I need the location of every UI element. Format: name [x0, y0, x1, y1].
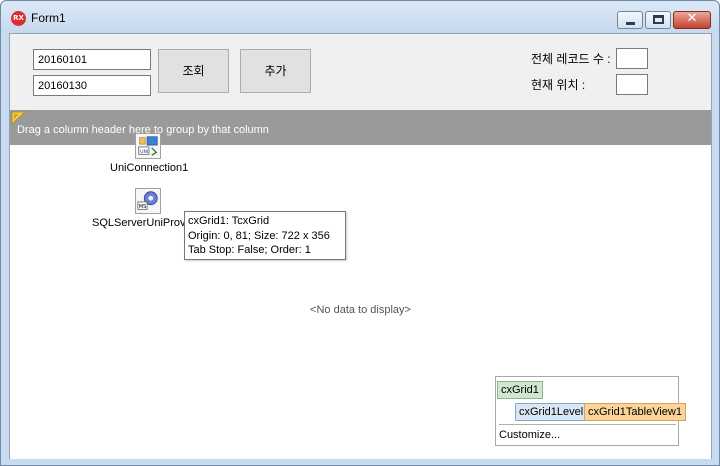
search-button[interactable]: 조회	[158, 49, 229, 93]
divider	[499, 424, 676, 425]
form-window: RX Form1 ✕ 조회 추가 전체 레코드 수 : 현재 위치 :	[0, 0, 720, 466]
title-bar[interactable]: RX Form1 ✕	[1, 1, 719, 33]
total-records-label: 전체 레코드 수 :	[531, 52, 611, 66]
current-position-field[interactable]	[616, 74, 648, 95]
sqlserver-provider-component[interactable]: MS SQLServerUniProvic	[92, 188, 193, 232]
minimize-icon	[626, 22, 635, 25]
add-button[interactable]: 추가	[240, 49, 311, 93]
total-records-field[interactable]	[616, 48, 648, 69]
grid-view-node[interactable]: cxGrid1TableView1	[584, 403, 686, 421]
customize-link[interactable]: Customize...	[499, 429, 560, 441]
app-icon: RX	[11, 11, 26, 26]
grid-corner-icon[interactable]	[11, 111, 27, 125]
svg-text:MS: MS	[139, 204, 147, 210]
tooltip-line-origin: Origin: 0, 81; Size: 722 x 356	[188, 229, 330, 242]
grid-level-node[interactable]: cxGrid1Level1	[515, 403, 594, 421]
uniconnection-icon: UNI	[135, 133, 161, 159]
window-title: Form1	[31, 11, 66, 25]
grid-root-node[interactable]: cxGrid1	[497, 381, 543, 399]
svg-text:UNI: UNI	[140, 149, 148, 155]
tooltip-line-taborder: Tab Stop: False; Order: 1	[188, 244, 311, 256]
sqlserver-provider-label: SQLServerUniProvic	[92, 217, 194, 229]
date-from-field[interactable]	[33, 49, 151, 70]
component-hint-tooltip: cxGrid1: TcxGrid Origin: 0, 81; Size: 72…	[184, 211, 346, 260]
maximize-icon	[653, 15, 664, 24]
no-data-message: <No data to display>	[310, 304, 411, 316]
minimize-button[interactable]	[617, 11, 643, 29]
uniconnection-label: UniConnection1	[110, 162, 189, 174]
tooltip-line-name: cxGrid1: TcxGrid	[188, 215, 270, 227]
uniconnection-component[interactable]: UNI UniConnection1	[108, 133, 188, 177]
form-client-area: 조회 추가 전체 레코드 수 : 현재 위치 : Drag a column h…	[9, 33, 712, 459]
date-to-field[interactable]	[33, 75, 151, 96]
maximize-button[interactable]	[645, 11, 671, 29]
grid-structure-panel: cxGrid1 cxGrid1Level1 cxGrid1TableView1 …	[495, 376, 686, 446]
close-button[interactable]: ✕	[673, 11, 711, 29]
close-icon: ✕	[686, 11, 698, 26]
top-panel: 조회 추가 전체 레코드 수 : 현재 위치 :	[10, 34, 711, 110]
sqlserver-provider-icon: MS	[135, 188, 161, 214]
current-position-label: 현재 위치 :	[531, 78, 586, 92]
